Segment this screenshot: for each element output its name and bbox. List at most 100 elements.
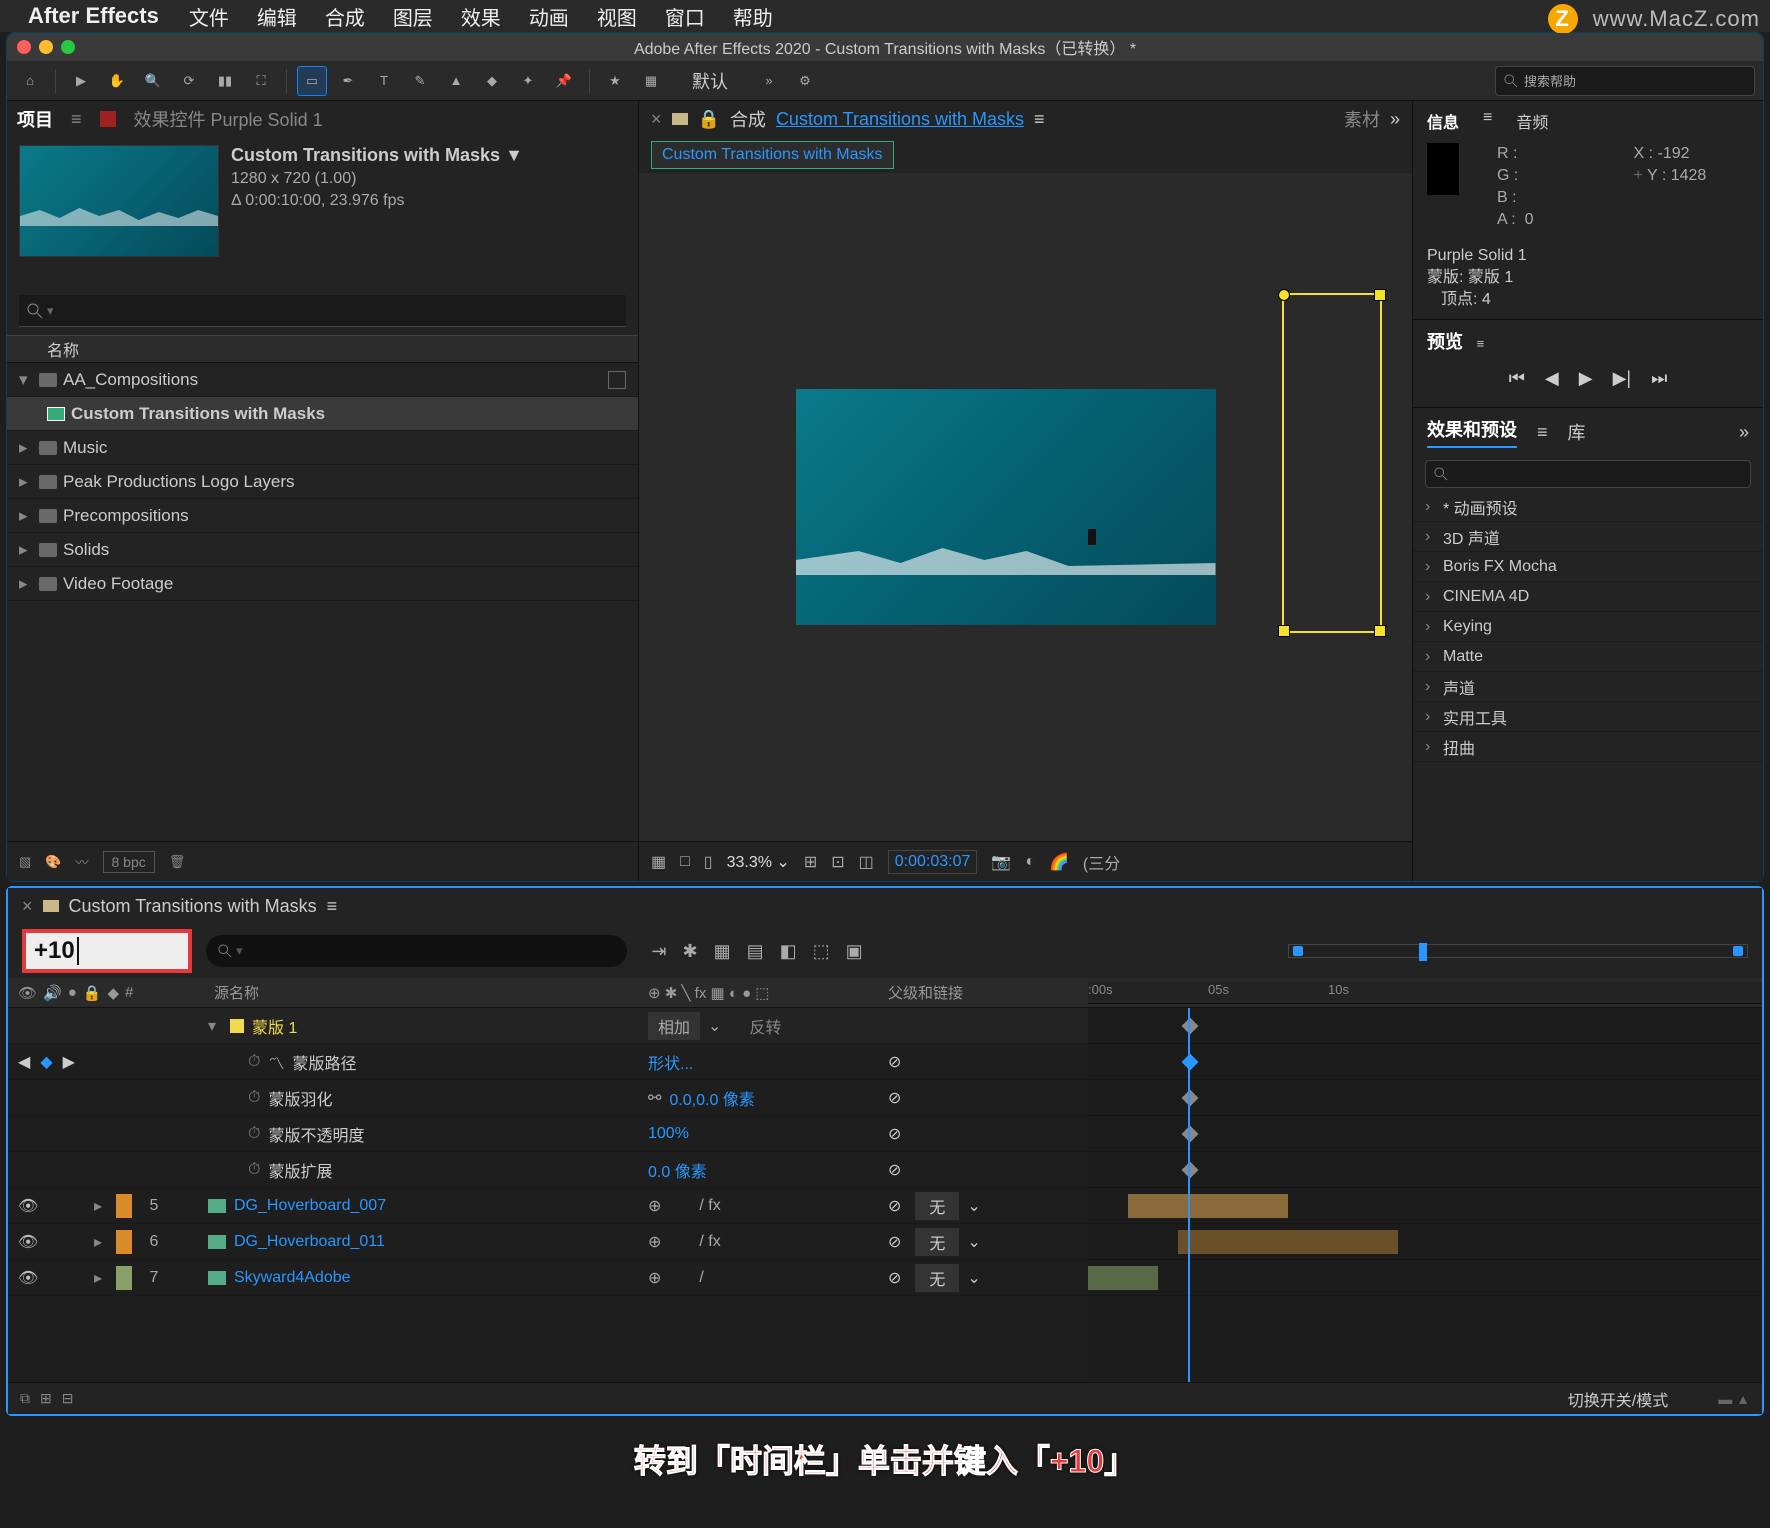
menu-animation[interactable]: 动画 — [529, 2, 569, 31]
eye-icon[interactable]: 👁 — [18, 1196, 38, 1216]
rotobrush-tool-icon[interactable]: ✦ — [513, 66, 543, 96]
toggle-switches-icon[interactable]: ⧉ — [20, 1390, 30, 1407]
pen-tool-icon[interactable]: ✒ — [333, 66, 363, 96]
prev-frame-button[interactable]: ◀ — [1545, 368, 1559, 389]
menu-help[interactable]: 帮助 — [733, 2, 773, 31]
current-time[interactable]: 0:00:03:07 — [888, 850, 978, 874]
timeline-menu-icon[interactable]: ≡ — [327, 896, 338, 917]
tab-audio[interactable]: 音频 — [1516, 109, 1548, 133]
flow-icon[interactable]: 〰 — [75, 852, 88, 871]
composition-viewer[interactable] — [639, 173, 1412, 841]
guides-icon[interactable]: ⊡ — [831, 852, 844, 872]
folder-logo-layers[interactable]: ▸Peak Productions Logo Layers — [7, 465, 638, 499]
layer-search[interactable]: ▾ — [206, 935, 627, 967]
text-tool-icon[interactable]: T — [369, 66, 399, 96]
menu-effect[interactable]: 效果 — [461, 2, 501, 31]
help-search[interactable]: 搜索帮助 — [1495, 66, 1755, 96]
solo-header-icon[interactable]: ● — [68, 984, 77, 1001]
mask-toggle-icon[interactable]: ◫ — [859, 852, 874, 872]
menu-window[interactable]: 窗口 — [665, 2, 705, 31]
snapshot-icon[interactable]: 📷 — [991, 852, 1011, 872]
resolution-icon[interactable]: ▯ — [704, 852, 713, 872]
mask-handle-icon[interactable] — [1374, 625, 1386, 637]
menu-composition[interactable]: 合成 — [325, 2, 365, 31]
fx-distort[interactable]: ›扭曲 — [1413, 732, 1763, 762]
expression-pick-icon[interactable]: ⊘ — [888, 1052, 901, 1072]
label-header-icon[interactable]: ◆ — [107, 984, 119, 1002]
parent-header[interactable]: 父级和链接 — [888, 982, 1088, 1003]
time-navigator[interactable] — [1288, 944, 1748, 958]
mask-opacity-row[interactable]: ⏱蒙版不透明度 100% ⊘ — [8, 1116, 1088, 1152]
brush-tool-icon[interactable]: ✎ — [405, 66, 435, 96]
mask-bounding-box[interactable] — [1282, 293, 1382, 633]
tab-effects-presets[interactable]: 效果和预设 — [1427, 416, 1517, 448]
comp-thumbnail[interactable] — [19, 145, 219, 257]
stopwatch-icon[interactable]: ⏱ — [248, 1089, 260, 1107]
stopwatch-icon[interactable]: ⏱ — [248, 1161, 260, 1179]
fx-keying[interactable]: ›Keying — [1413, 612, 1763, 642]
mask-opacity-value[interactable]: 100% — [648, 1125, 689, 1143]
current-time-input[interactable]: +10 — [22, 929, 192, 973]
frame-blend-icon[interactable]: ▦ — [714, 941, 731, 962]
color-mgmt-icon[interactable]: 🌈 — [1049, 852, 1069, 872]
zoom-dropdown[interactable]: 33.3% ⌄ — [727, 852, 790, 872]
color-settings-icon[interactable]: 🎨 — [45, 854, 61, 870]
interpret-icon[interactable]: ▧ — [19, 854, 31, 870]
mask-row[interactable]: ▾蒙版 1 相加⌄反转 — [8, 1008, 1088, 1044]
stroke-icon[interactable]: ▦ — [636, 66, 666, 96]
layer-row-5[interactable]: 👁▸5 DG_Hoverboard_007 ⊕/ fx ⊘无⌄ — [8, 1188, 1088, 1224]
mask-handle-icon[interactable] — [1278, 289, 1290, 301]
camera-tool-icon[interactable]: ▮▮ — [210, 66, 240, 96]
prev-kf-icon[interactable]: ◀ — [18, 1052, 30, 1072]
stopwatch-icon[interactable]: ⏱ — [248, 1125, 260, 1143]
tab-info[interactable]: 信息 — [1427, 109, 1459, 133]
settings-icon[interactable]: ⚙ — [790, 66, 820, 96]
tab-project[interactable]: 项目 — [17, 106, 53, 132]
motion-blur-footer-icon[interactable]: ⊟ — [62, 1390, 74, 1407]
stopwatch-icon[interactable]: ⏱ — [248, 1053, 260, 1071]
effects-menu-icon[interactable]: ≡ — [1537, 422, 1548, 443]
picker-icon[interactable] — [608, 371, 626, 389]
num-header[interactable]: # — [125, 984, 133, 1001]
zoom-tool-icon[interactable]: 🔍 — [138, 66, 168, 96]
expression-pick-icon[interactable]: ⊘ — [888, 1124, 901, 1144]
channel-icon[interactable]: □ — [680, 853, 690, 871]
fx-matte[interactable]: ›Matte — [1413, 642, 1763, 672]
trash-icon[interactable]: 🗑 — [169, 854, 186, 870]
comp-overflow-icon[interactable]: » — [1390, 109, 1400, 130]
frame-blend-footer-icon[interactable]: ⊞ — [40, 1390, 52, 1407]
timeline-close-icon[interactable]: × — [22, 896, 33, 917]
toggle-switches-label[interactable]: 切换开关/模式 — [1568, 1387, 1668, 1411]
layer-row-6[interactable]: 👁▸6 DG_Hoverboard_011 ⊕/ fx ⊘无⌄ — [8, 1224, 1088, 1260]
eye-icon[interactable]: 👁 — [18, 1268, 38, 1288]
mask-invert[interactable]: 反转 — [749, 1014, 781, 1038]
selection-tool-icon[interactable]: ▶ — [66, 66, 96, 96]
play-button[interactable]: ▶ — [1579, 368, 1593, 389]
menu-view[interactable]: 视图 — [597, 2, 637, 31]
expression-pick-icon[interactable]: ⊘ — [888, 1232, 901, 1252]
next-frame-button[interactable]: ▶| — [1613, 368, 1632, 389]
tab-preview[interactable]: 预览 — [1427, 332, 1463, 352]
fx-boris[interactable]: ›Boris FX Mocha — [1413, 552, 1763, 582]
expression-pick-icon[interactable]: ⊘ — [888, 1088, 901, 1108]
comp-tab-link[interactable]: Custom Transitions with Masks — [776, 109, 1024, 130]
menu-file[interactable]: 文件 — [189, 2, 229, 31]
lock-header-icon[interactable]: 🔒 — [83, 984, 102, 1002]
mask-path-row[interactable]: ◀◆▶ ⏱〽蒙版路径 形状... ⊘ — [8, 1044, 1088, 1080]
tab-source[interactable]: 素材 — [1344, 106, 1380, 132]
clone-tool-icon[interactable]: ▲ — [441, 66, 471, 96]
3d-icon[interactable]: ⬚ — [813, 941, 830, 962]
menu-layer[interactable]: 图层 — [393, 2, 433, 31]
comp-breadcrumb[interactable]: Custom Transitions with Masks — [651, 141, 894, 169]
menu-edit[interactable]: 编辑 — [257, 2, 297, 31]
close-tab-icon[interactable]: × — [651, 109, 662, 130]
motion-blur-icon[interactable]: ▤ — [747, 941, 764, 962]
graph-editor-icon[interactable]: ◧ — [780, 941, 797, 962]
project-column-name[interactable]: 名称 — [7, 335, 638, 363]
first-frame-button[interactable]: ⏮ — [1509, 368, 1525, 389]
folder-music[interactable]: ▸Music — [7, 431, 638, 465]
grid-icon[interactable]: ⊞ — [804, 852, 817, 872]
rectangle-tool-icon[interactable]: ▭ — [297, 66, 327, 96]
info-menu-icon[interactable]: ≡ — [1483, 109, 1492, 133]
expression-pick-icon[interactable]: ⊘ — [888, 1196, 901, 1216]
